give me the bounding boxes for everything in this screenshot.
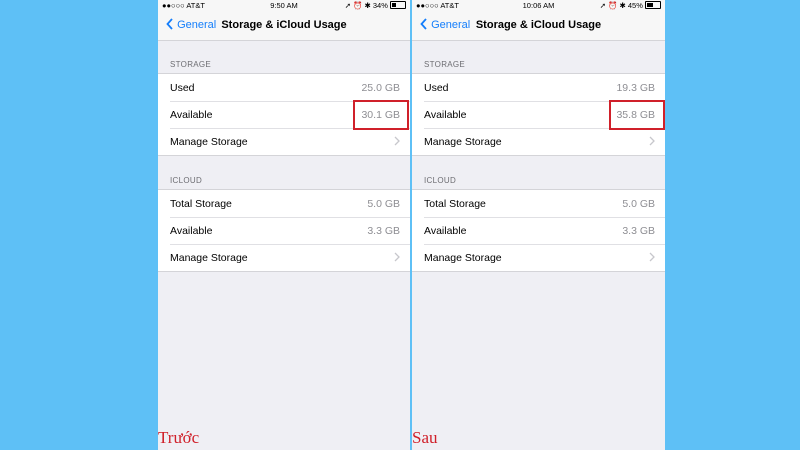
row-label: Available bbox=[424, 225, 467, 237]
row-value: 5.0 GB bbox=[367, 198, 400, 210]
section-header-icloud: ICLOUD bbox=[170, 176, 203, 185]
chevron-right-icon bbox=[394, 136, 400, 149]
battery-percent: 34% bbox=[372, 1, 388, 10]
battery-icon bbox=[645, 1, 661, 9]
status-bar: ●●○○○ AT&T 9:50 AM ➚ ⏰ ✱ 34% bbox=[158, 0, 410, 12]
section-header-icloud: ICLOUD bbox=[424, 176, 457, 185]
row-label: Manage Storage bbox=[424, 252, 502, 264]
manage-storage-row[interactable]: Manage Storage bbox=[158, 128, 410, 155]
storage-used-row: Used 19.3 GB bbox=[412, 74, 665, 101]
icloud-group: Total Storage 5.0 GB Available 3.3 GB Ma… bbox=[412, 189, 665, 272]
manage-icloud-storage-row[interactable]: Manage Storage bbox=[158, 244, 410, 271]
icloud-total-row: Total Storage 5.0 GB bbox=[412, 190, 665, 217]
row-value: 5.0 GB bbox=[622, 198, 655, 210]
caption-before: Trước bbox=[158, 428, 200, 447]
navigation-bar: General Storage & iCloud Usage bbox=[158, 12, 410, 41]
status-bar: ●●○○○ AT&T 10:06 AM ➚ ⏰ ✱ 45% bbox=[412, 0, 665, 12]
row-value: 25.0 GB bbox=[361, 82, 400, 94]
battery-status: ➚ ⏰ ✱ 34% bbox=[345, 1, 406, 10]
battery-icon bbox=[390, 1, 406, 9]
row-label: Available bbox=[424, 109, 467, 121]
chevron-right-icon bbox=[394, 252, 400, 265]
row-label: Available bbox=[170, 225, 213, 237]
row-label: Total Storage bbox=[424, 198, 486, 210]
section-header-storage: STORAGE bbox=[170, 60, 212, 69]
icloud-available-row: Available 3.3 GB bbox=[412, 217, 665, 244]
icloud-group: Total Storage 5.0 GB Available 3.3 GB Ma… bbox=[158, 189, 410, 272]
manage-storage-row[interactable]: Manage Storage bbox=[412, 128, 665, 155]
row-label: Manage Storage bbox=[170, 252, 248, 264]
row-label: Available bbox=[170, 109, 213, 121]
row-value: 19.3 GB bbox=[616, 82, 655, 94]
row-value: 3.3 GB bbox=[622, 225, 655, 237]
section-header-storage: STORAGE bbox=[424, 60, 466, 69]
highlight-box bbox=[353, 100, 409, 130]
manage-icloud-storage-row[interactable]: Manage Storage bbox=[412, 244, 665, 271]
row-value: 3.3 GB bbox=[367, 225, 400, 237]
battery-status: ➚ ⏰ ✱ 45% bbox=[600, 1, 661, 10]
icloud-available-row: Available 3.3 GB bbox=[158, 217, 410, 244]
row-label: Manage Storage bbox=[424, 136, 502, 148]
icloud-total-row: Total Storage 5.0 GB bbox=[158, 190, 410, 217]
chevron-right-icon bbox=[649, 136, 655, 149]
screenshot-before: ●●○○○ AT&T 9:50 AM ➚ ⏰ ✱ 34% General Sto… bbox=[158, 0, 410, 450]
screenshot-after: ●●○○○ AT&T 10:06 AM ➚ ⏰ ✱ 45% General St… bbox=[412, 0, 665, 450]
caption-after: Sau bbox=[412, 428, 438, 447]
battery-percent: 45% bbox=[627, 1, 643, 10]
chevron-right-icon bbox=[649, 252, 655, 265]
storage-used-row: Used 25.0 GB bbox=[158, 74, 410, 101]
row-label: Total Storage bbox=[170, 198, 232, 210]
page-title: Storage & iCloud Usage bbox=[475, 19, 602, 31]
navigation-bar: General Storage & iCloud Usage bbox=[412, 12, 665, 41]
row-label: Used bbox=[170, 82, 195, 94]
row-label: Used bbox=[424, 82, 449, 94]
highlight-box bbox=[609, 100, 665, 130]
page-title: Storage & iCloud Usage bbox=[221, 19, 347, 31]
row-label: Manage Storage bbox=[170, 136, 248, 148]
